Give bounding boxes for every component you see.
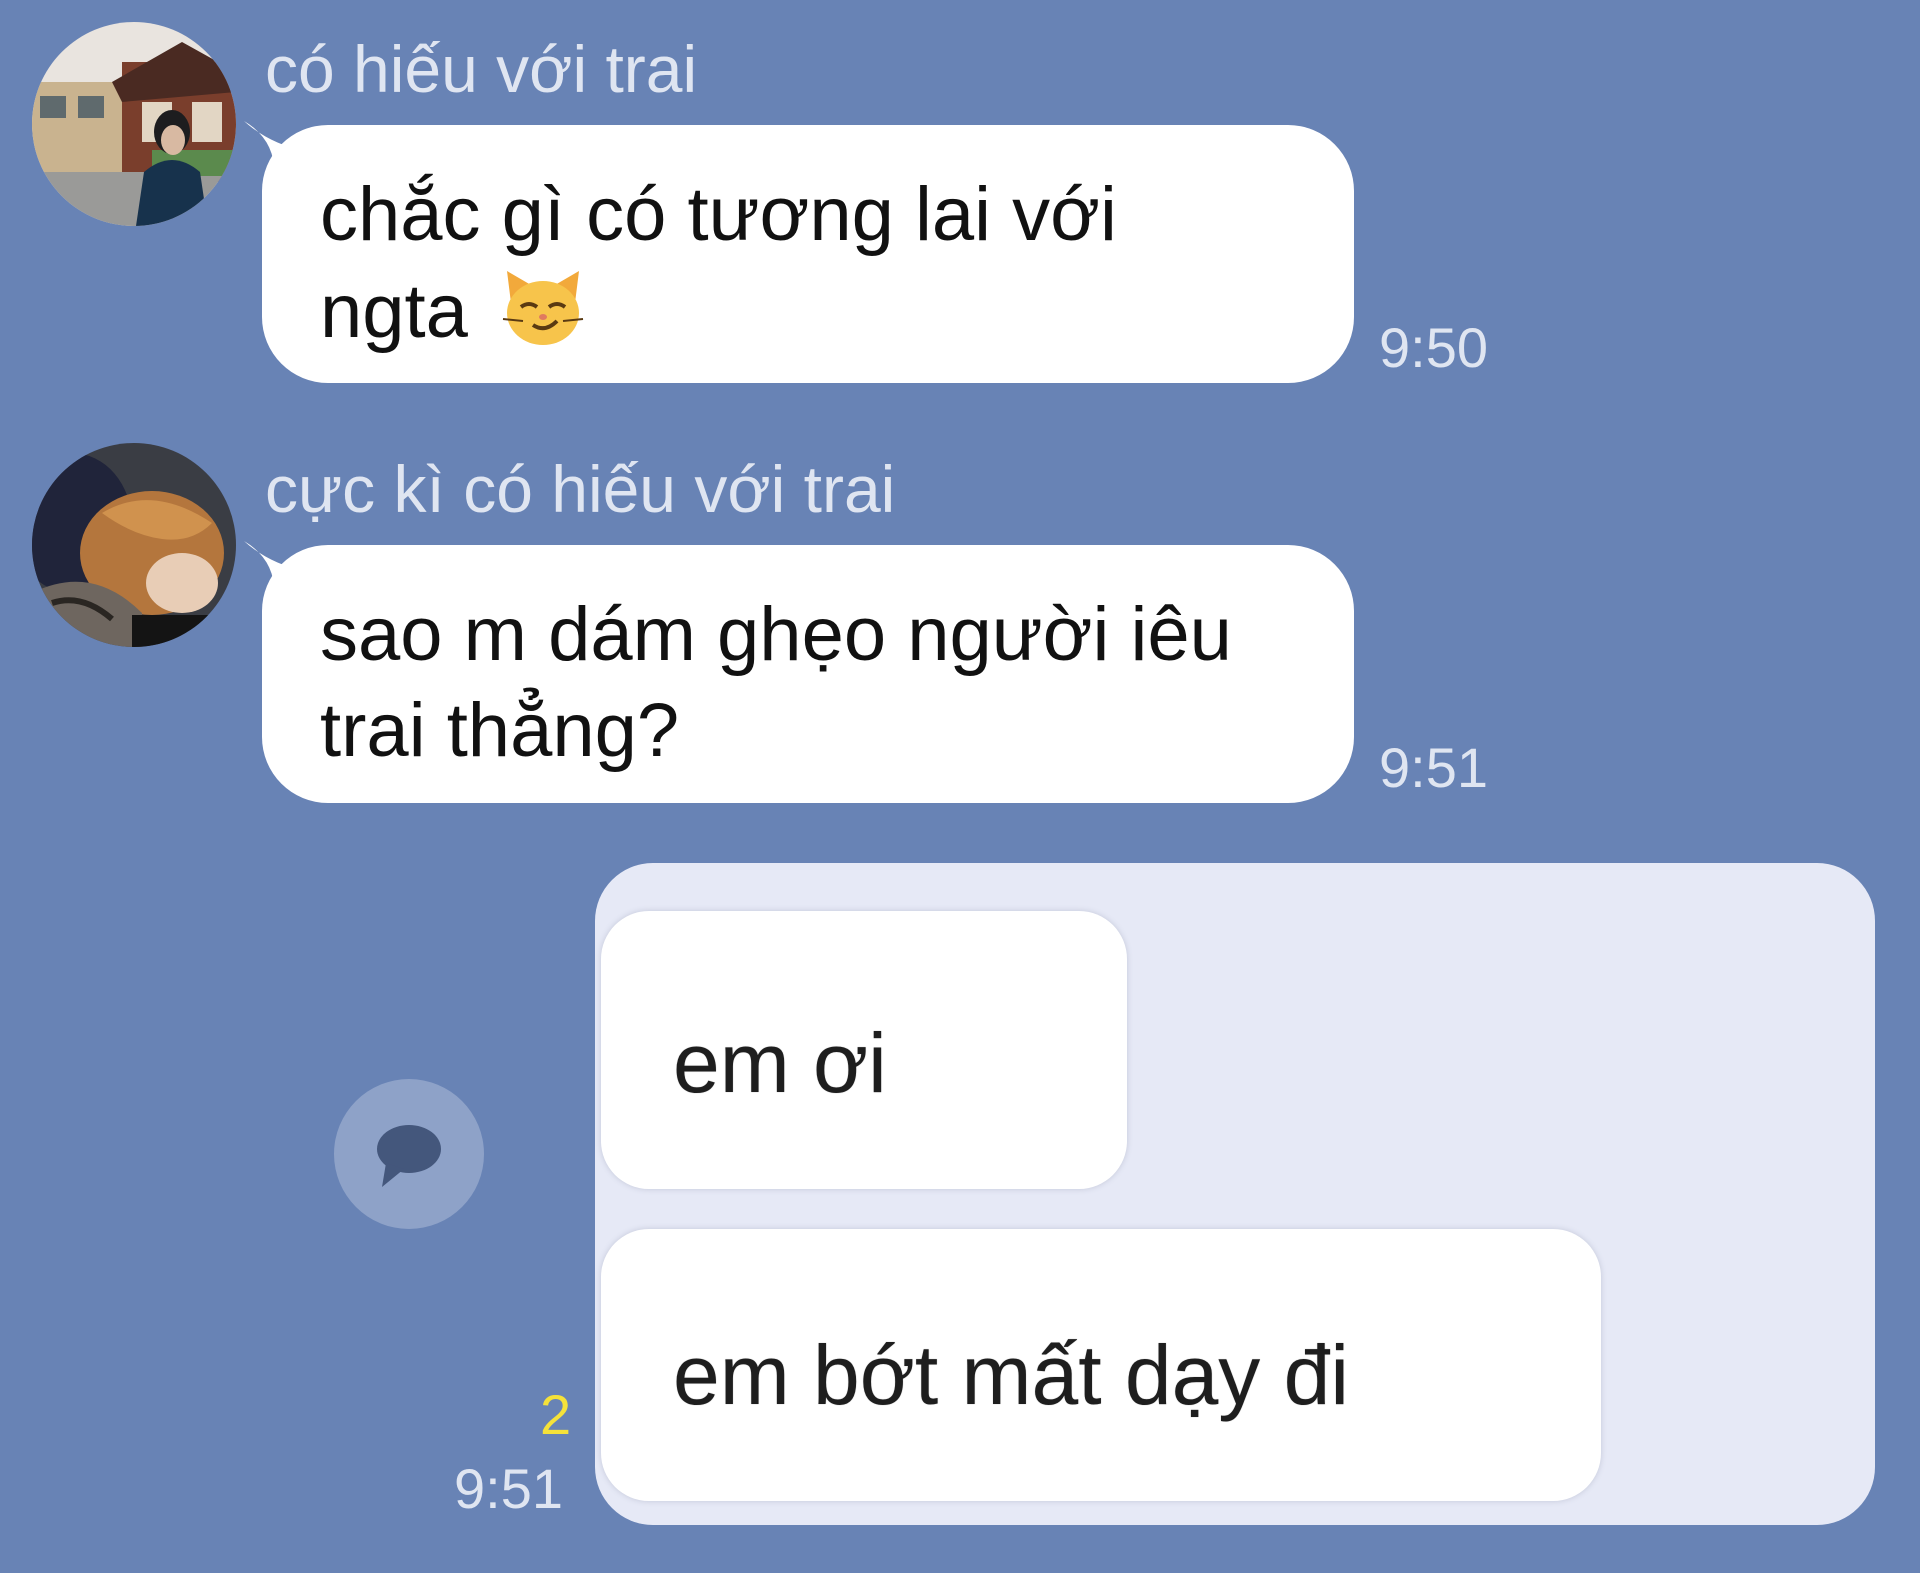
avatar-sender-2[interactable] xyxy=(32,443,236,647)
sender-name: có hiếu với trai xyxy=(265,32,698,106)
sent-image[interactable]: em ơi em bớt mất dạy đi xyxy=(595,863,1875,1525)
message-bubble[interactable]: sao m dám ghẹo người iêu trai thẳng? xyxy=(244,541,1354,803)
message-text-line: chắc gì có tương lai với xyxy=(320,172,1117,257)
smirking-cat-face-icon xyxy=(499,263,587,351)
message-text-line: trai thẳng? xyxy=(320,688,680,773)
bubble-tail xyxy=(244,541,304,601)
avatar-photo-portrait xyxy=(32,443,236,647)
message-text-line: ngta xyxy=(320,269,468,354)
message-timestamp: 9:51 xyxy=(1379,736,1488,799)
image-bubble-text: em ơi xyxy=(601,911,1127,1189)
share-button[interactable] xyxy=(334,1079,484,1229)
message-text-line: sao m dám ghẹo người iêu xyxy=(320,592,1232,677)
message-bubble[interactable]: chắc gì có tương lai với ngta xyxy=(244,121,1354,383)
avatar-photo-street xyxy=(32,22,236,226)
read-count: 2 xyxy=(540,1383,572,1446)
image-bubble-text: em bớt mất dạy đi xyxy=(601,1229,1601,1501)
bubble-tail xyxy=(244,121,304,181)
sender-name: cực kì có hiếu với trai xyxy=(265,452,896,526)
message-timestamp: 9:51 xyxy=(454,1457,563,1520)
message-timestamp: 9:50 xyxy=(1379,316,1488,379)
speech-bubble-icon xyxy=(377,1125,441,1187)
avatar-sender-1[interactable] xyxy=(32,22,236,226)
